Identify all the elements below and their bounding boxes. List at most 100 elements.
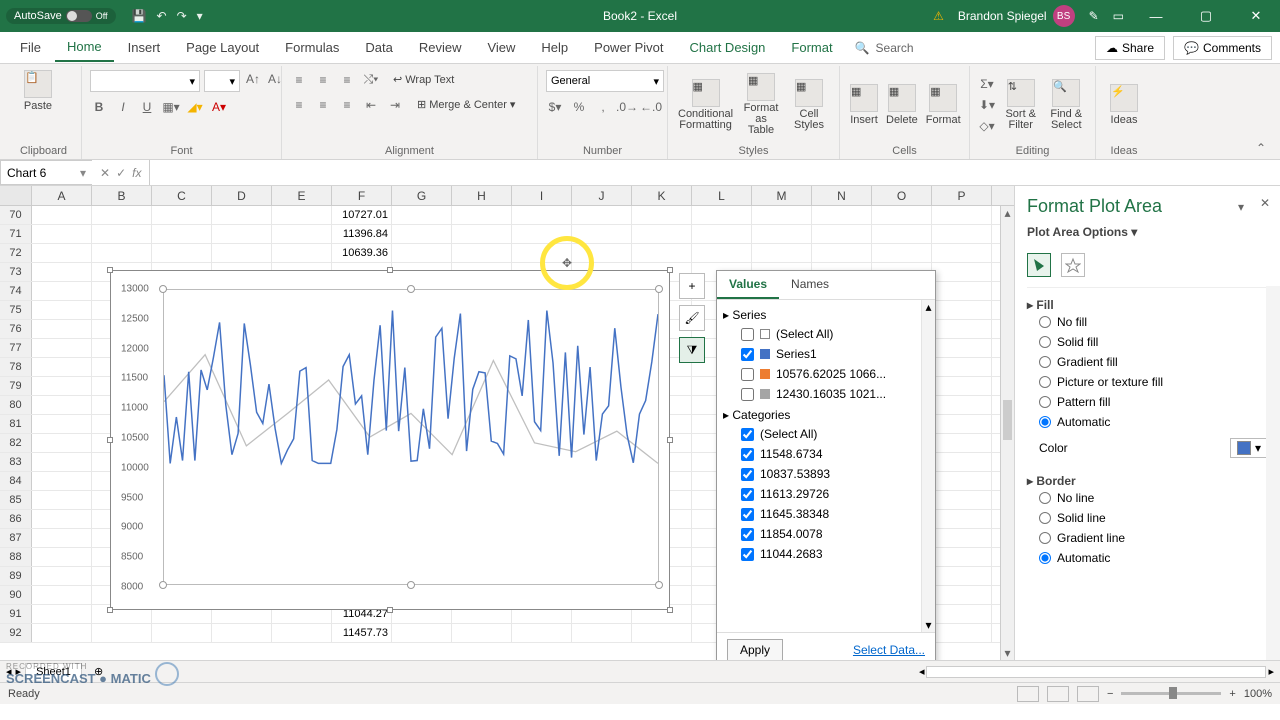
cell[interactable] [572,206,632,224]
comments-button[interactable]: 💬 Comments [1173,36,1272,60]
cell[interactable] [32,358,92,376]
filter-series-item[interactable]: Series1 [723,344,929,364]
row-header[interactable]: 83 [0,453,32,471]
undo-icon[interactable]: ↶ [157,9,167,23]
row-header[interactable]: 75 [0,301,32,319]
vertical-scrollbar[interactable]: ▴▾ [1000,206,1014,660]
cell[interactable]: 10639.36 [332,244,392,262]
chart-filters-button[interactable]: ⧩ [679,337,705,363]
cell[interactable] [32,206,92,224]
cell[interactable] [932,605,992,623]
cell[interactable]: 10727.01 [332,206,392,224]
filter-cat-selectall[interactable]: (Select All) [723,424,929,444]
border-option[interactable]: No line [1027,488,1268,508]
cell[interactable] [92,225,152,243]
align-bottom-icon[interactable]: ≡ [338,71,356,89]
col-header-F[interactable]: F [332,186,392,205]
cancel-formula-icon[interactable]: ✕ [100,166,110,180]
col-header-E[interactable]: E [272,186,332,205]
cell[interactable] [752,206,812,224]
cell[interactable] [752,244,812,262]
hscroll-right-icon[interactable]: ▸ [1268,665,1274,678]
cell[interactable] [932,282,992,300]
filter-series-header[interactable]: ▸ Series [723,306,929,324]
cell[interactable] [392,225,452,243]
row-header[interactable]: 91 [0,605,32,623]
indent-decrease-icon[interactable]: ⇤ [362,96,380,114]
tab-help[interactable]: Help [529,34,580,61]
cell[interactable] [152,624,212,642]
filter-scroll[interactable]: ▴▾ [921,300,935,632]
filter-categories-header[interactable]: ▸ Categories [723,406,929,424]
formula-input[interactable] [149,160,1280,185]
cell[interactable] [272,624,332,642]
cell[interactable] [32,396,92,414]
insert-cells-button[interactable]: ▦Insert [848,80,880,130]
cell[interactable] [452,624,512,642]
cell[interactable] [452,225,512,243]
align-left-icon[interactable]: ≡ [290,96,308,114]
cell[interactable] [812,206,872,224]
clear-icon[interactable]: ◇▾ [978,117,996,135]
cell[interactable] [152,206,212,224]
cell[interactable] [932,206,992,224]
fill-color-button-pane[interactable]: ▾ [1230,438,1268,458]
underline-button[interactable]: U [138,98,156,116]
cell[interactable] [32,434,92,452]
cell[interactable] [932,453,992,471]
cell[interactable] [32,586,92,604]
wrap-text-button[interactable]: ↩ Wrap Text [386,70,461,89]
fill-line-tab-icon[interactable] [1027,253,1051,277]
cell[interactable] [632,225,692,243]
zoom-in-button[interactable]: + [1229,688,1235,700]
align-middle-icon[interactable]: ≡ [314,71,332,89]
sort-filter-button[interactable]: ⇅Sort & Filter [1000,75,1042,135]
autosum-icon[interactable]: Σ▾ [978,75,996,93]
col-header-K[interactable]: K [632,186,692,205]
cell[interactable] [32,567,92,585]
row-header[interactable]: 88 [0,548,32,566]
number-format-select[interactable]: General▾ [546,70,664,92]
currency-icon[interactable]: $▾ [546,98,564,116]
fill-option[interactable]: Automatic [1027,412,1268,432]
zoom-out-button[interactable]: − [1107,688,1113,700]
collapse-ribbon-icon[interactable]: ⌃ [1248,137,1274,159]
cell[interactable] [32,605,92,623]
cell[interactable] [32,548,92,566]
cell[interactable] [32,244,92,262]
cell[interactable] [932,529,992,547]
cell[interactable] [932,586,992,604]
cell[interactable] [452,206,512,224]
row-header[interactable]: 90 [0,586,32,604]
autosave-toggle[interactable]: AutoSave Off [6,8,116,24]
cell[interactable] [32,472,92,490]
filter-apply-button[interactable]: Apply [727,639,783,660]
find-select-button[interactable]: 🔍Find & Select [1046,75,1088,135]
cell[interactable] [872,244,932,262]
cell[interactable] [932,548,992,566]
cell[interactable] [872,225,932,243]
cell[interactable] [32,320,92,338]
cell[interactable] [692,225,752,243]
hscroll-left-icon[interactable]: ◂ [919,665,925,678]
draw-mode-icon[interactable]: ✎ [1089,9,1099,23]
cell[interactable] [392,624,452,642]
effects-tab-icon[interactable] [1061,253,1085,277]
page-layout-view-button[interactable] [1047,686,1069,702]
cell[interactable] [212,225,272,243]
cell[interactable] [632,624,692,642]
row-header[interactable]: 87 [0,529,32,547]
cell[interactable] [932,472,992,490]
cell[interactable] [272,206,332,224]
fill-option[interactable]: No fill [1027,312,1268,332]
tab-insert[interactable]: Insert [116,34,173,61]
pane-options-dropdown[interactable]: Plot Area Options ▾ [1027,225,1268,239]
row-header[interactable]: 80 [0,396,32,414]
tab-power-pivot[interactable]: Power Pivot [582,34,675,61]
tab-home[interactable]: Home [55,33,114,62]
filter-category-item[interactable]: 11548.6734 [723,444,929,464]
merge-center-button[interactable]: ⊞ Merge & Center ▾ [410,95,522,114]
cell[interactable] [32,225,92,243]
align-top-icon[interactable]: ≡ [290,71,308,89]
bold-button[interactable]: B [90,98,108,116]
